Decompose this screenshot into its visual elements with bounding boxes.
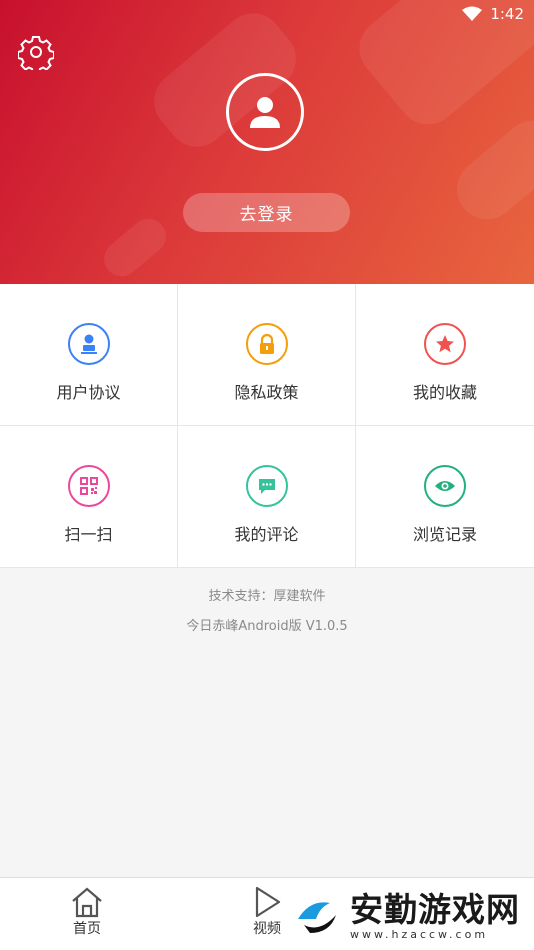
grid-item-label: 浏览记录	[412, 525, 477, 544]
play-icon	[255, 886, 281, 918]
comment-icon	[245, 465, 288, 507]
grid-item-scan[interactable]: 扫一扫	[0, 426, 178, 568]
watermark-logo: 安勤游戏网 www.hzaccw.com	[290, 886, 526, 946]
grid-item-my-comments[interactable]: 我的评论	[178, 426, 356, 568]
grid-item-label: 我的收藏	[412, 383, 477, 402]
tab-home[interactable]: 首页	[70, 886, 104, 938]
grid-item-browse-history[interactable]: 浏览记录	[356, 426, 534, 568]
watermark-icon	[292, 891, 342, 941]
watermark-title: 安勤游戏网	[350, 889, 520, 929]
star-icon	[424, 323, 466, 365]
grid-item-my-favorites[interactable]: 我的收藏	[356, 284, 534, 426]
status-bar: 1:42	[462, 5, 524, 23]
qr-code-icon	[67, 465, 110, 507]
grid-item-label: 用户协议	[56, 383, 121, 402]
feature-grid: 用户协议 隐私政策 我的收藏 扫一扫 我的评论 浏览记录	[0, 284, 534, 568]
grid-item-label: 隐私政策	[234, 383, 299, 402]
avatar[interactable]	[226, 73, 304, 151]
profile-header: 1:42 去登录	[0, 0, 534, 284]
grid-item-privacy-policy[interactable]: 隐私政策	[178, 284, 356, 426]
status-time: 1:42	[490, 5, 524, 23]
tab-video[interactable]: 视频	[250, 886, 284, 938]
eye-icon	[424, 465, 466, 507]
lock-icon	[245, 323, 288, 365]
login-button[interactable]: 去登录	[183, 193, 350, 232]
home-icon	[72, 887, 102, 918]
settings-button[interactable]	[17, 34, 55, 74]
gear-icon	[17, 36, 55, 74]
tab-video-label: 视频	[253, 921, 281, 937]
wifi-icon	[462, 6, 483, 21]
grid-item-label: 扫一扫	[64, 525, 113, 544]
grid-item-user-agreement[interactable]: 用户协议	[0, 284, 178, 426]
grid-item-label: 我的评论	[234, 525, 299, 544]
version-text: 今日赤峰Android版 V1.0.5	[186, 619, 348, 634]
watermark-url: www.hzaccw.com	[350, 927, 489, 941]
tab-home-label: 首页	[73, 921, 101, 937]
user-icon	[250, 97, 280, 128]
user-agreement-icon	[67, 323, 110, 365]
tech-support-text: 技术支持：厚建软件	[208, 589, 326, 604]
